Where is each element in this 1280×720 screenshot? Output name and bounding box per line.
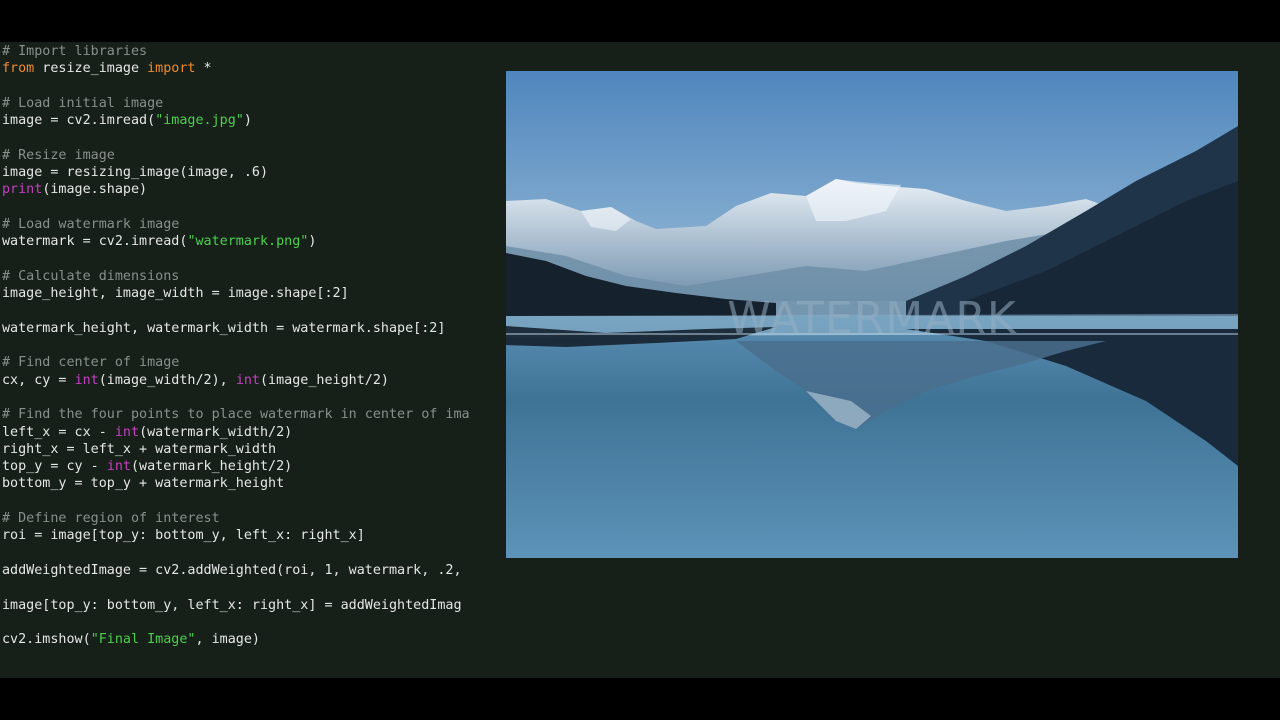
code-token: bottom_y = top_y + watermark_height xyxy=(2,476,285,492)
image-preview: WATERMARK xyxy=(506,71,1238,558)
code-token: (watermark_height/2) xyxy=(131,459,293,475)
code-line[interactable]: top_y = cy - int(watermark_height/2) xyxy=(2,458,505,475)
code-line[interactable] xyxy=(2,337,505,354)
code-line[interactable] xyxy=(2,614,505,631)
code-line[interactable]: watermark = cv2.imread("watermark.png") xyxy=(2,233,505,250)
code-token: "Final Image" xyxy=(90,632,196,648)
code-token: # Find the four points to place watermar… xyxy=(2,407,470,423)
code-line[interactable] xyxy=(2,579,505,596)
code-editor[interactable]: # Import libraries from resize_image impo… xyxy=(0,42,1280,678)
code-token: # Find center of image xyxy=(2,355,180,371)
code-token: roi = image[top_y: bottom_y, left_x: rig… xyxy=(2,528,365,544)
code-token: watermark = cv2.imread( xyxy=(2,234,188,250)
code-token: right_x = left_x + watermark_width xyxy=(2,441,277,457)
code-line[interactable]: from resize_image import * xyxy=(2,60,505,77)
code-token: watermark_height, watermark_width = wate… xyxy=(2,320,446,336)
code-token: from xyxy=(2,61,35,77)
watermark-text: WATERMARK xyxy=(727,293,1017,344)
code-token: # Load watermark image xyxy=(2,216,180,232)
code-token: int xyxy=(114,424,140,440)
code-token: addWeightedImage = cv2.addWeighted(roi, … xyxy=(2,562,462,578)
code-line[interactable]: cv2.imshow("Final Image", image) xyxy=(2,631,505,648)
code-line[interactable] xyxy=(2,545,505,562)
code-token: # Resize image xyxy=(2,147,115,163)
code-token: int xyxy=(74,372,99,388)
code-token: image[top_y: bottom_y, left_x: right_x] … xyxy=(2,597,462,613)
code-token: # Calculate dimensions xyxy=(2,268,180,284)
code-line[interactable] xyxy=(2,251,505,268)
code-line[interactable]: # Import libraries xyxy=(2,43,505,60)
code-line[interactable] xyxy=(2,493,505,510)
code-token: , image) xyxy=(195,632,261,648)
code-token: * xyxy=(195,61,212,77)
code-token: resize_image xyxy=(34,61,148,77)
code-line[interactable]: # Resize image xyxy=(2,147,505,164)
code-token: "watermark.png" xyxy=(187,234,309,250)
code-line[interactable]: bottom_y = top_y + watermark_height xyxy=(2,475,505,492)
code-line[interactable]: # Find center of image xyxy=(2,354,505,371)
code-token: image_height, image_width = image.shape[… xyxy=(2,286,349,302)
code-token: int xyxy=(235,372,260,388)
code-token: (image_width/2), xyxy=(98,372,236,388)
code-line[interactable]: # Load initial image xyxy=(2,95,505,112)
code-token: print xyxy=(2,182,43,198)
code-token: int xyxy=(106,459,131,475)
code-token: image = resizing_image(image, .6) xyxy=(2,165,269,181)
code-line[interactable]: image = resizing_image(image, .6) xyxy=(2,164,505,181)
code-line[interactable]: cx, cy = int(image_width/2), int(image_h… xyxy=(2,372,505,389)
code-area[interactable]: # Import libraries from resize_image impo… xyxy=(2,42,505,678)
letterbox-top xyxy=(0,0,1280,42)
code-line[interactable] xyxy=(2,389,505,406)
code-line[interactable]: # Calculate dimensions xyxy=(2,268,505,285)
code-token: top_y = cy - xyxy=(2,459,107,475)
code-line[interactable] xyxy=(2,302,505,319)
code-token: # Load initial image xyxy=(2,95,164,111)
code-line[interactable]: roi = image[top_y: bottom_y, left_x: rig… xyxy=(2,527,505,544)
code-token: (watermark_width/2) xyxy=(139,424,293,440)
code-line[interactable]: right_x = left_x + watermark_width xyxy=(2,441,505,458)
code-line[interactable]: image_height, image_width = image.shape[… xyxy=(2,285,505,302)
code-token: "image.jpg" xyxy=(155,113,244,129)
code-line[interactable] xyxy=(2,199,505,216)
code-line[interactable]: # Find the four points to place watermar… xyxy=(2,406,505,423)
code-token: cv2.imshow( xyxy=(2,632,91,648)
code-line[interactable]: print(image.shape) xyxy=(2,181,505,198)
letterbox-bottom xyxy=(0,678,1280,720)
code-token: (image.shape) xyxy=(42,182,148,198)
code-line[interactable]: image[top_y: bottom_y, left_x: right_x] … xyxy=(2,597,505,614)
code-line[interactable]: left_x = cx - int(watermark_width/2) xyxy=(2,424,505,441)
code-token: # Define region of interest xyxy=(2,511,220,527)
code-line[interactable]: # Load watermark image xyxy=(2,216,505,233)
code-token: left_x = cx - xyxy=(2,424,115,440)
code-line[interactable]: watermark_height, watermark_width = wate… xyxy=(2,320,505,337)
code-line[interactable]: addWeightedImage = cv2.addWeighted(roi, … xyxy=(2,562,505,579)
code-token: ) xyxy=(243,113,252,129)
code-token: ) xyxy=(308,234,317,250)
code-line[interactable]: image = cv2.imread("image.jpg") xyxy=(2,112,505,129)
code-line[interactable] xyxy=(2,129,505,146)
code-token: cx, cy = xyxy=(2,372,75,388)
code-token: image = cv2.imread( xyxy=(2,113,156,129)
code-token: # Import libraries xyxy=(2,44,148,59)
code-line[interactable]: # Define region of interest xyxy=(2,510,505,527)
code-token: import xyxy=(147,61,196,77)
code-token: (image_height/2) xyxy=(260,372,389,388)
code-line[interactable] xyxy=(2,78,505,95)
